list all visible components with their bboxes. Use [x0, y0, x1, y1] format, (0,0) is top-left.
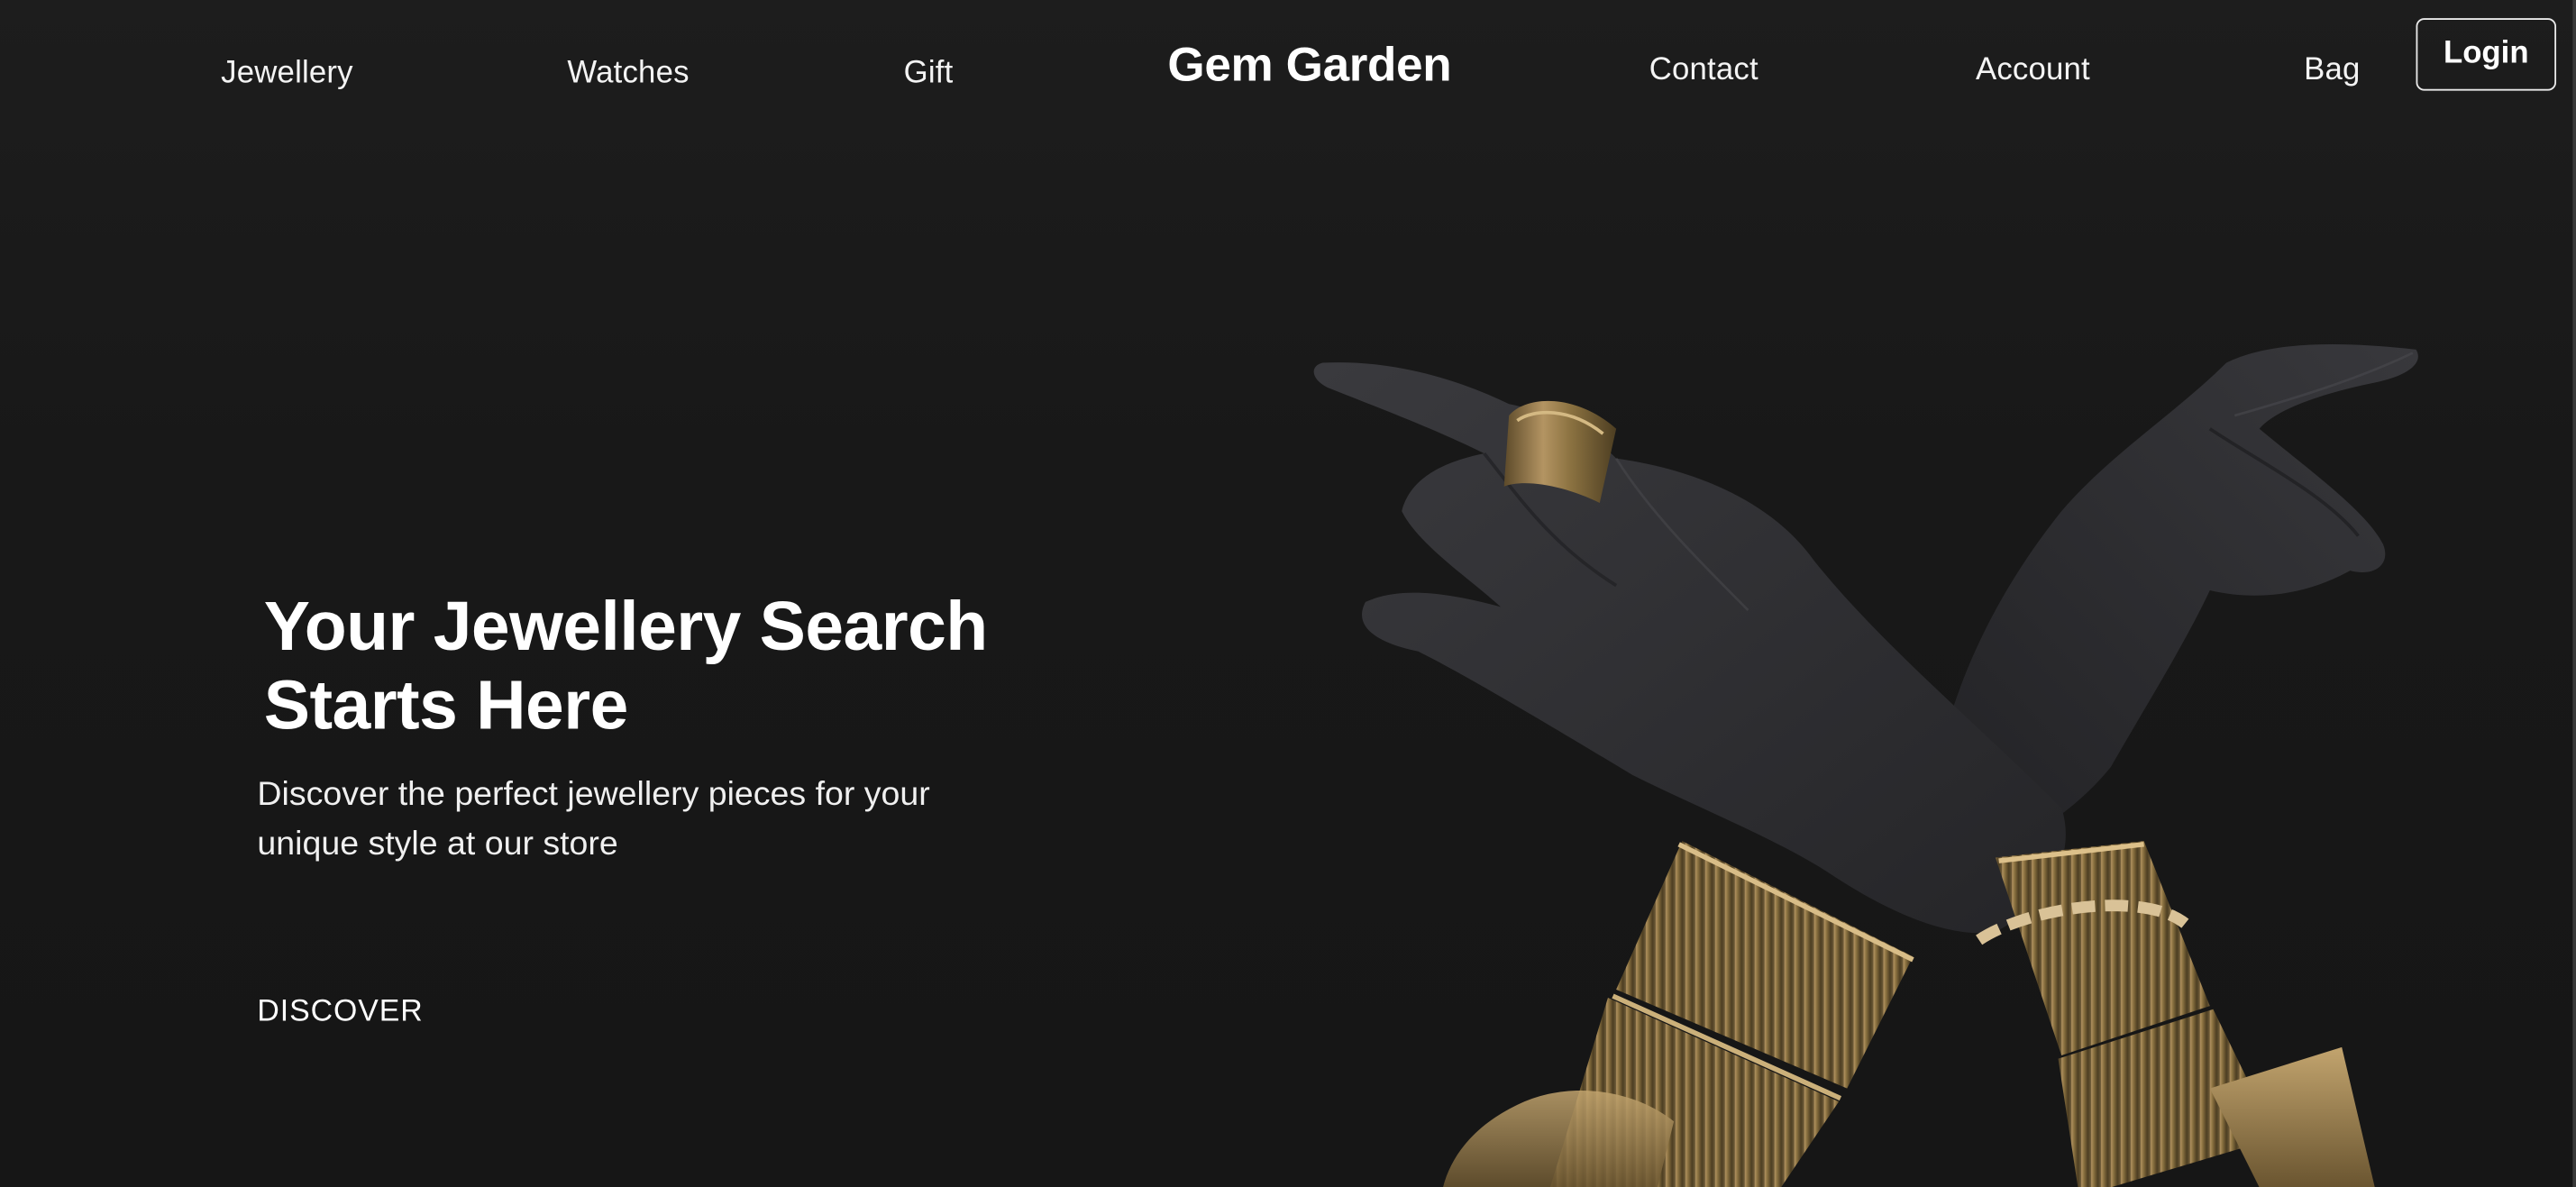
hero-title: Your Jewellery Search Starts Here: [263, 587, 988, 744]
right-wrist-bangles: [1976, 841, 2375, 1187]
nav-link-gift[interactable]: Gift: [904, 56, 954, 92]
left-wrist-bangles: [1443, 841, 1914, 1187]
brand-logo[interactable]: Gem Garden: [1167, 40, 1451, 94]
login-button[interactable]: Login: [2416, 18, 2557, 91]
discover-button[interactable]: DISCOVER: [257, 992, 423, 1028]
scrollbar-edge[interactable]: [2572, 0, 2576, 1187]
hero-hands-image: [1313, 343, 2418, 1187]
browser-viewport: Jewellery Watches Gift Gem Garden Contac…: [0, 0, 2576, 1187]
nav-link-account[interactable]: Account: [1976, 53, 2090, 89]
nav-link-bag[interactable]: Bag: [2304, 53, 2360, 89]
hero-subtitle: Discover the perfect jewellery pieces fo…: [257, 774, 930, 863]
nav-link-jewellery[interactable]: Jewellery: [221, 56, 353, 92]
nav-link-contact[interactable]: Contact: [1649, 53, 1758, 89]
landing-page: Jewellery Watches Gift Gem Garden Contac…: [0, 0, 2576, 1187]
nav-link-watches[interactable]: Watches: [567, 56, 689, 92]
